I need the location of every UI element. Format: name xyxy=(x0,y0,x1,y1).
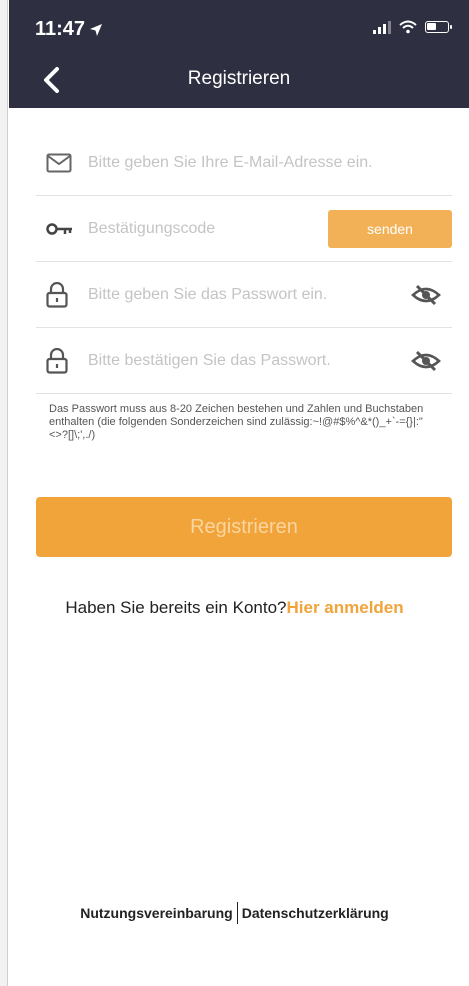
footer-divider xyxy=(236,902,238,924)
password-visibility-toggle[interactable] xyxy=(406,275,446,315)
cellular-signal-icon xyxy=(373,20,391,34)
code-icon-wrap xyxy=(36,222,76,236)
send-code-button[interactable]: senden xyxy=(328,210,452,248)
app-header: 11:47 Registrieren xyxy=(9,0,469,108)
footer-links: Nutzungsvereinbarung Datenschutzerklärun… xyxy=(0,902,469,924)
email-icon-wrap xyxy=(36,153,76,173)
wifi-icon xyxy=(399,20,417,34)
register-button[interactable]: Registrieren xyxy=(36,497,452,557)
confirm-password-row xyxy=(36,328,452,394)
lock-icon xyxy=(46,281,68,308)
battery-icon xyxy=(425,21,452,33)
status-time-group: 11:47 xyxy=(35,18,103,41)
window-edge xyxy=(0,0,8,986)
lock-icon xyxy=(46,347,68,374)
confirm-visibility-toggle[interactable] xyxy=(406,341,446,381)
email-input[interactable] xyxy=(76,142,452,183)
status-icons xyxy=(373,20,452,34)
password-icon-wrap xyxy=(36,281,76,308)
status-time: 11:47 xyxy=(35,18,86,40)
page-title: Registrieren xyxy=(187,68,291,89)
password-row xyxy=(36,262,452,328)
password-hint: Das Passwort muss aus 8-20 Zeichen beste… xyxy=(49,403,424,441)
registration-form: senden xyxy=(36,130,452,394)
email-row xyxy=(36,130,452,196)
location-arrow-icon xyxy=(90,23,103,36)
confirm-password-input[interactable] xyxy=(76,340,406,381)
key-icon xyxy=(46,222,72,235)
password-input[interactable] xyxy=(76,274,406,315)
login-prompt: Haben Sie bereits ein Konto?Hier anmelde… xyxy=(0,598,469,618)
login-question: Haben Sie bereits ein Konto? xyxy=(65,598,287,617)
code-row: senden xyxy=(36,196,452,262)
login-link[interactable]: Hier anmelden xyxy=(287,598,404,617)
confirm-icon-wrap xyxy=(36,347,76,374)
eye-off-icon xyxy=(411,350,441,371)
privacy-link[interactable]: Datenschutzerklärung xyxy=(242,905,389,921)
envelope-icon xyxy=(46,153,72,172)
nav-bar: Registrieren xyxy=(9,48,469,108)
status-bar: 11:47 xyxy=(9,0,469,48)
terms-link[interactable]: Nutzungsvereinbarung xyxy=(80,905,232,921)
eye-off-icon xyxy=(411,284,441,305)
